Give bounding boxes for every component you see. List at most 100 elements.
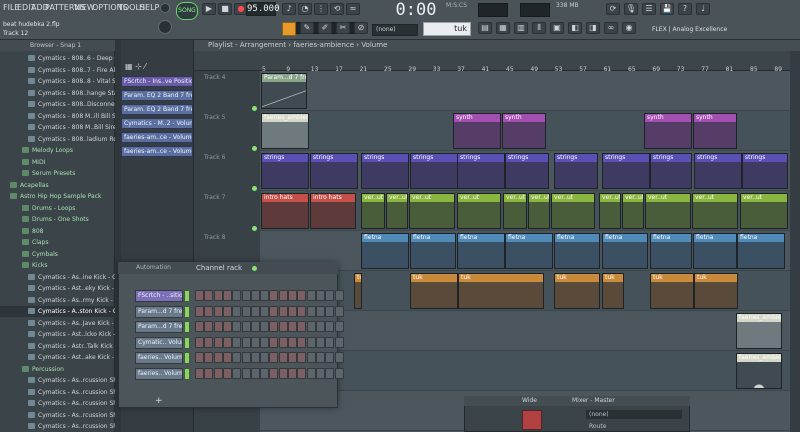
step-button[interactable]: [269, 336, 279, 348]
step-button[interactable]: [195, 367, 204, 379]
step-button[interactable]: [278, 367, 288, 379]
play-button[interactable]: ▶: [202, 3, 216, 15]
pattern-clip[interactable]: strings: [457, 153, 505, 189]
channel-select-led[interactable]: [184, 290, 190, 302]
blend-icon[interactable]: ≈: [346, 3, 360, 15]
step-button[interactable]: [250, 352, 260, 363]
slice-tool-icon[interactable]: ✂: [336, 22, 350, 34]
file-item[interactable]: Cymatics - 808 M..ill Bill Siren: [0, 111, 115, 122]
playlist-icon[interactable]: ▤: [478, 22, 492, 34]
step-button[interactable]: [278, 321, 288, 332]
step-button[interactable]: [325, 321, 335, 332]
automation-clip[interactable]: Param...d 7 freq: [261, 73, 307, 109]
step-button[interactable]: [222, 305, 232, 317]
channel-select-led[interactable]: [184, 321, 190, 333]
pattern-clip[interactable]: strings: [650, 153, 692, 189]
channel-name-button[interactable]: FScrtch - ..sition: [135, 290, 183, 302]
record-settings-icon[interactable]: ◉: [622, 22, 636, 34]
pattern-clip[interactable]: strings: [261, 153, 309, 189]
pattern-clip[interactable]: strings: [310, 153, 358, 189]
help-icon[interactable]: ?: [678, 3, 692, 15]
step-button[interactable]: [222, 321, 232, 332]
step-button[interactable]: [260, 367, 270, 379]
step-button[interactable]: [325, 336, 335, 348]
step-button[interactable]: [269, 305, 279, 317]
step-button[interactable]: [334, 352, 344, 363]
piano-roll-icon[interactable]: ▦: [496, 22, 510, 34]
pattern-clip[interactable]: fletna: [505, 233, 553, 269]
mute-tool-icon[interactable]: ⊘: [354, 22, 368, 34]
draw-tool-icon[interactable]: ✎: [300, 22, 314, 34]
step-button[interactable]: [241, 336, 251, 348]
file-item[interactable]: Cymatics - As..rcussion Shot: [0, 410, 115, 421]
pattern-clip[interactable]: synth: [502, 113, 546, 149]
step-button[interactable]: [297, 321, 307, 332]
step-button[interactable]: [222, 336, 232, 348]
pattern-clip[interactable]: ver..ut: [386, 193, 408, 229]
pattern-clip[interactable]: synth: [453, 113, 501, 149]
mic-icon[interactable]: 🎙: [624, 3, 638, 15]
step-button[interactable]: [213, 321, 223, 332]
folder-item[interactable]: Drums - One Shots: [0, 214, 115, 225]
tempo-tap-icon[interactable]: ♩: [696, 3, 710, 15]
step-button[interactable]: [288, 321, 297, 332]
step-button[interactable]: [195, 352, 204, 363]
pattern-clip[interactable]: ver..ut: [528, 193, 550, 229]
channel-name-button[interactable]: Param...d 7 freq: [135, 321, 183, 333]
song-mode-toggle[interactable]: SONG: [176, 2, 198, 20]
step-button[interactable]: [288, 290, 297, 301]
step-button[interactable]: [278, 336, 288, 348]
playlist-vscroll[interactable]: [790, 51, 800, 432]
step-button[interactable]: [204, 352, 214, 363]
step-button[interactable]: [278, 305, 288, 317]
folder-item[interactable]: Serum Presets: [0, 168, 115, 179]
pattern-clip[interactable]: strings: [361, 153, 409, 189]
file-item[interactable]: Cymatics - 808..hange Station: [0, 88, 115, 99]
folder-item[interactable]: Claps: [0, 237, 115, 248]
track-active-led[interactable]: [252, 266, 257, 271]
folder-item[interactable]: Kicks: [0, 260, 115, 271]
paint-tool-icon[interactable]: ✐: [318, 22, 332, 34]
step-button[interactable]: [306, 367, 316, 379]
channel-rack-icon[interactable]: ▥: [514, 22, 528, 34]
file-item[interactable]: Cymatics - As..ine Kick - G#: [0, 272, 115, 283]
step-button[interactable]: [315, 336, 325, 348]
step-button[interactable]: [232, 321, 242, 332]
step-button[interactable]: [334, 321, 344, 332]
pattern-clip[interactable]: ver..ut: [740, 193, 788, 229]
clip-source-item[interactable]: FScrtch - Ins..ve Position: [121, 76, 193, 87]
step-button[interactable]: [241, 290, 251, 301]
step-button[interactable]: [334, 336, 344, 348]
pattern-clip[interactable]: fletna: [554, 233, 600, 269]
step-button[interactable]: [306, 290, 316, 301]
pattern-clip[interactable]: fletna: [410, 233, 456, 269]
step-button[interactable]: [222, 367, 232, 379]
step-button[interactable]: [195, 290, 204, 301]
step-button[interactable]: [204, 290, 214, 301]
file-item[interactable]: Cymatics - Ast..ake Kick - C: [0, 352, 115, 363]
pattern-clip[interactable]: ver..ut: [645, 193, 691, 229]
step-button[interactable]: [222, 290, 232, 301]
pattern-clip[interactable]: strings: [602, 153, 650, 189]
pattern-clip[interactable]: tuk: [602, 273, 624, 309]
pattern-clip[interactable]: synth: [693, 113, 737, 149]
channel-name-button[interactable]: Cymatic.. Volume: [135, 336, 183, 349]
step-button[interactable]: [232, 367, 242, 379]
step-button[interactable]: [241, 305, 251, 317]
browser-icon[interactable]: ▣: [550, 22, 564, 34]
file-item[interactable]: Cymatics - Ast..icko Kick - D: [0, 329, 115, 340]
step-button[interactable]: [288, 367, 297, 379]
step-button[interactable]: [213, 290, 223, 301]
add-channel-button[interactable]: +: [155, 396, 163, 406]
touch-icon[interactable]: ◨: [586, 22, 600, 34]
step-button[interactable]: [260, 290, 270, 301]
countdown-icon[interactable]: ⋮: [314, 3, 328, 15]
clip-source-item[interactable]: Cymatics - M..2 - Volume: [121, 118, 193, 129]
channel-select-led[interactable]: [184, 352, 190, 364]
track-active-led[interactable]: [252, 146, 257, 151]
pattern-clip[interactable]: fletna: [650, 233, 692, 269]
file-item[interactable]: Cymatics - As..rcussion Shot: [0, 421, 115, 432]
channel-select-led[interactable]: [184, 367, 190, 380]
step-button[interactable]: [250, 290, 260, 301]
channel-select-led[interactable]: [184, 305, 190, 318]
